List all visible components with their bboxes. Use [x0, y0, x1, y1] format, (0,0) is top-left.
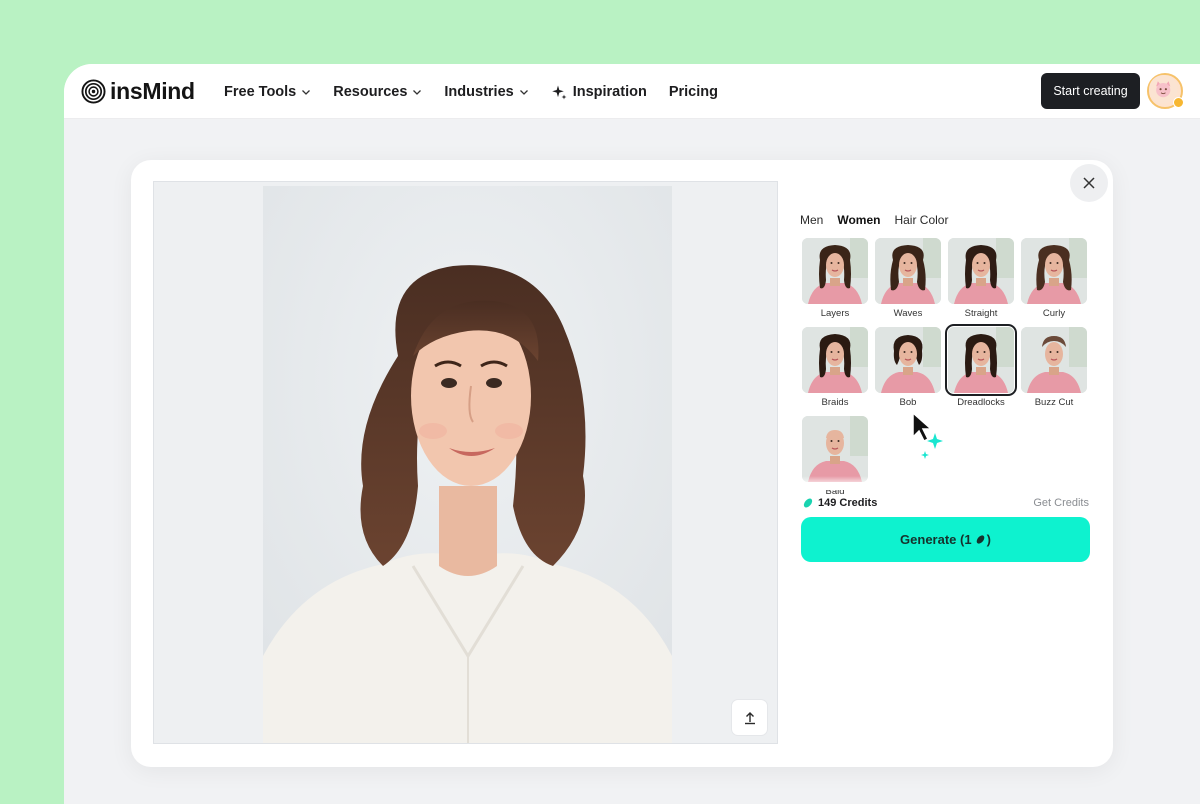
hairstyle-label: Curly [1042, 308, 1066, 319]
nav-industries-label: Industries [444, 83, 514, 100]
chevron-down-icon [302, 89, 311, 95]
start-creating-button[interactable]: Start creating [1041, 73, 1140, 109]
grid-scroll-fade [802, 476, 1092, 490]
nav-pricing[interactable]: Pricing [669, 84, 718, 100]
hairstyle-thumbnail [802, 327, 868, 393]
tab-men[interactable]: Men [800, 213, 823, 227]
hairstyle-preview-image [948, 238, 1014, 304]
hairstyle-label: Bob [899, 397, 917, 408]
hairstyle-label: Buzz Cut [1034, 397, 1074, 408]
hairstyle-option-straight[interactable]: Straight [948, 238, 1016, 320]
nav-resources[interactable]: Resources [333, 84, 422, 100]
hairstyle-option-waves[interactable]: Waves [875, 238, 943, 320]
hairstyle-thumbnail [1021, 238, 1087, 304]
hairstyle-option-braids[interactable]: Braids [802, 327, 870, 409]
credit-bean-icon [803, 498, 813, 508]
tab-women[interactable]: Women [837, 213, 880, 227]
hairstyle-label: Straight [964, 308, 998, 319]
generate-label-prefix: Generate (1 [900, 532, 972, 547]
hairstyle-preview-image [1021, 238, 1087, 304]
uploaded-portrait-photo [263, 186, 672, 743]
hairstyle-label: Dreadlocks [957, 397, 1005, 408]
hairstyle-label: Braids [821, 397, 849, 408]
generate-label-suffix: ) [986, 532, 991, 547]
hairstyle-option-bob[interactable]: Bob [875, 327, 943, 409]
chevron-down-icon [519, 89, 528, 95]
hairstyle-option-dreadlocks[interactable]: Dreadlocks [945, 324, 1017, 409]
hairstyle-thumbnail [1021, 327, 1087, 393]
hairstyle-option-layers[interactable]: Layers [802, 238, 870, 320]
upload-icon [744, 711, 755, 724]
credits-label: 149 Credits [818, 497, 878, 509]
generate-button[interactable]: Generate (1 ) [801, 517, 1090, 562]
hairstyle-thumbnail [875, 238, 941, 304]
hairstyle-thumbnail [802, 416, 868, 482]
browser-window: insMind Free Tools Resources Industries … [64, 64, 1200, 804]
nav-resources-label: Resources [333, 83, 408, 100]
nav-free-tools[interactable]: Free Tools [224, 84, 311, 100]
insmind-logo-icon [81, 79, 106, 104]
nav-industries[interactable]: Industries [444, 84, 528, 100]
hairstyle-thumbnail [802, 238, 868, 304]
image-canvas [153, 181, 778, 744]
hairstyle-thumbnail [948, 238, 1014, 304]
nav-pricing-label: Pricing [668, 83, 718, 100]
hairstyle-preview-image [875, 327, 941, 393]
hairstyle-option-buzz-cut[interactable]: Buzz Cut [1021, 327, 1089, 409]
main-nav: Free Tools Resources Industries Inspirat… [224, 64, 740, 119]
hairstyle-thumbnail [945, 324, 1017, 396]
sparkle-icon [551, 85, 567, 99]
hairstyle-preview-image [802, 238, 868, 304]
chevron-down-icon [413, 89, 422, 95]
hairstyle-option-curly[interactable]: Curly [1021, 238, 1089, 320]
hairstyle-preview-image [1021, 327, 1087, 393]
hairstyle-preview-image [875, 238, 941, 304]
upload-button[interactable] [731, 699, 768, 736]
hairstyle-thumbnail [875, 327, 941, 393]
get-credits-link[interactable]: Get Credits [1033, 497, 1089, 509]
hairstyle-preview-image [802, 327, 868, 393]
hairstyle-preview-image [802, 416, 868, 482]
hairstyle-editor-modal: Men Women Hair Color Layers Waves Straig… [131, 160, 1113, 767]
credit-bean-icon [976, 535, 984, 544]
hairstyle-label: Waves [893, 308, 923, 319]
brand-logo[interactable]: insMind [81, 78, 195, 105]
category-tabs: Men Women Hair Color [800, 213, 962, 227]
avatar-status-badge [1173, 97, 1184, 108]
credits-balance: 149 Credits [802, 497, 877, 509]
nav-free-tools-label: Free Tools [224, 83, 297, 100]
brand-name: insMind [110, 78, 195, 104]
nav-inspiration[interactable]: Inspiration [551, 84, 647, 100]
hairstyle-label: Layers [820, 308, 850, 319]
hairstyle-preview-image [948, 327, 1014, 393]
portrait-image [263, 186, 672, 743]
user-avatar[interactable] [1147, 73, 1184, 109]
top-navbar: insMind Free Tools Resources Industries … [64, 64, 1200, 119]
tab-hair-color[interactable]: Hair Color [894, 213, 948, 227]
nav-inspiration-label: Inspiration [572, 83, 647, 100]
mouse-cursor-icon [912, 411, 943, 459]
